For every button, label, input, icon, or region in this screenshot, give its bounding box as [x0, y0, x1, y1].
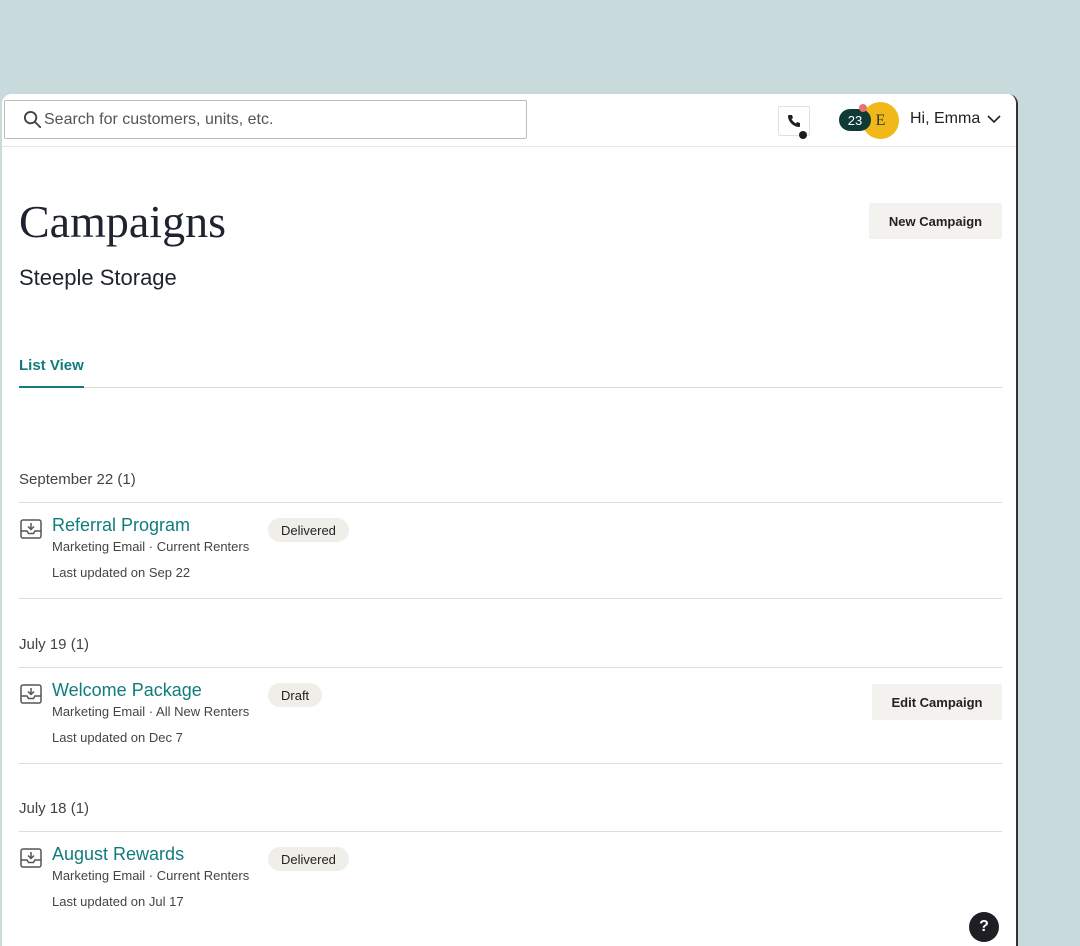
status-badge: Delivered [268, 847, 349, 871]
tab-list-view[interactable]: List View [19, 331, 84, 388]
group-header-july-18: July 18 (1) [19, 800, 90, 817]
search-input[interactable] [44, 110, 484, 129]
app-window: 23 E Hi, Emma Campaigns New Campaign Ste… [2, 94, 1018, 946]
campaign-row-august-rewards: August Rewards Marketing Email · Current… [19, 832, 1002, 912]
campaign-row-welcome-package: Welcome Package Marketing Email · All Ne… [19, 668, 1002, 748]
group-header-july-19: July 19 (1) [19, 636, 90, 653]
campaign-meta: Marketing Email · All New Renters [52, 704, 250, 719]
view-tabs: List View [19, 331, 1002, 388]
campaign-row-referral-program: Referral Program Marketing Email · Curre… [19, 503, 1002, 583]
help-button[interactable]: ? [969, 912, 999, 942]
status-badge: Delivered [268, 518, 349, 542]
campaign-title-link[interactable]: August Rewards [52, 844, 184, 865]
inbox-download-icon [20, 519, 42, 539]
campaign-title-link[interactable]: Welcome Package [52, 680, 202, 701]
campaign-meta: Marketing Email · Current Renters [52, 539, 250, 554]
campaign-updated: Last updated on Dec 7 [52, 730, 183, 745]
chevron-down-icon [987, 114, 1001, 123]
new-campaign-button[interactable]: New Campaign [869, 203, 1002, 239]
phone-icon [788, 115, 800, 127]
notification-count-badge[interactable]: 23 [839, 109, 871, 131]
campaign-updated: Last updated on Jul 17 [52, 894, 184, 909]
user-greeting: Hi, Emma [910, 110, 981, 127]
status-badge: Draft [268, 683, 323, 707]
edit-campaign-button[interactable]: Edit Campaign [872, 684, 1002, 720]
user-menu[interactable]: Hi, Emma [910, 110, 1001, 128]
divider [19, 598, 1002, 599]
inbox-download-icon [20, 684, 42, 704]
campaign-title-link[interactable]: Referral Program [52, 515, 190, 536]
inbox-download-icon [20, 848, 42, 868]
search-icon [23, 110, 42, 129]
campaign-meta: Marketing Email · Current Renters [52, 868, 250, 883]
notification-alert-dot [859, 104, 867, 112]
top-bar: 23 E Hi, Emma [2, 94, 1016, 147]
group-header-september-22: September 22 (1) [19, 471, 136, 488]
page-subtitle: Steeple Storage [19, 265, 177, 290]
campaign-updated: Last updated on Sep 22 [52, 565, 191, 580]
divider [19, 763, 1002, 764]
phone-status-dot [799, 131, 807, 139]
page-title: Campaigns [19, 196, 226, 247]
phone-button[interactable] [778, 106, 810, 139]
search-box[interactable] [4, 100, 527, 139]
